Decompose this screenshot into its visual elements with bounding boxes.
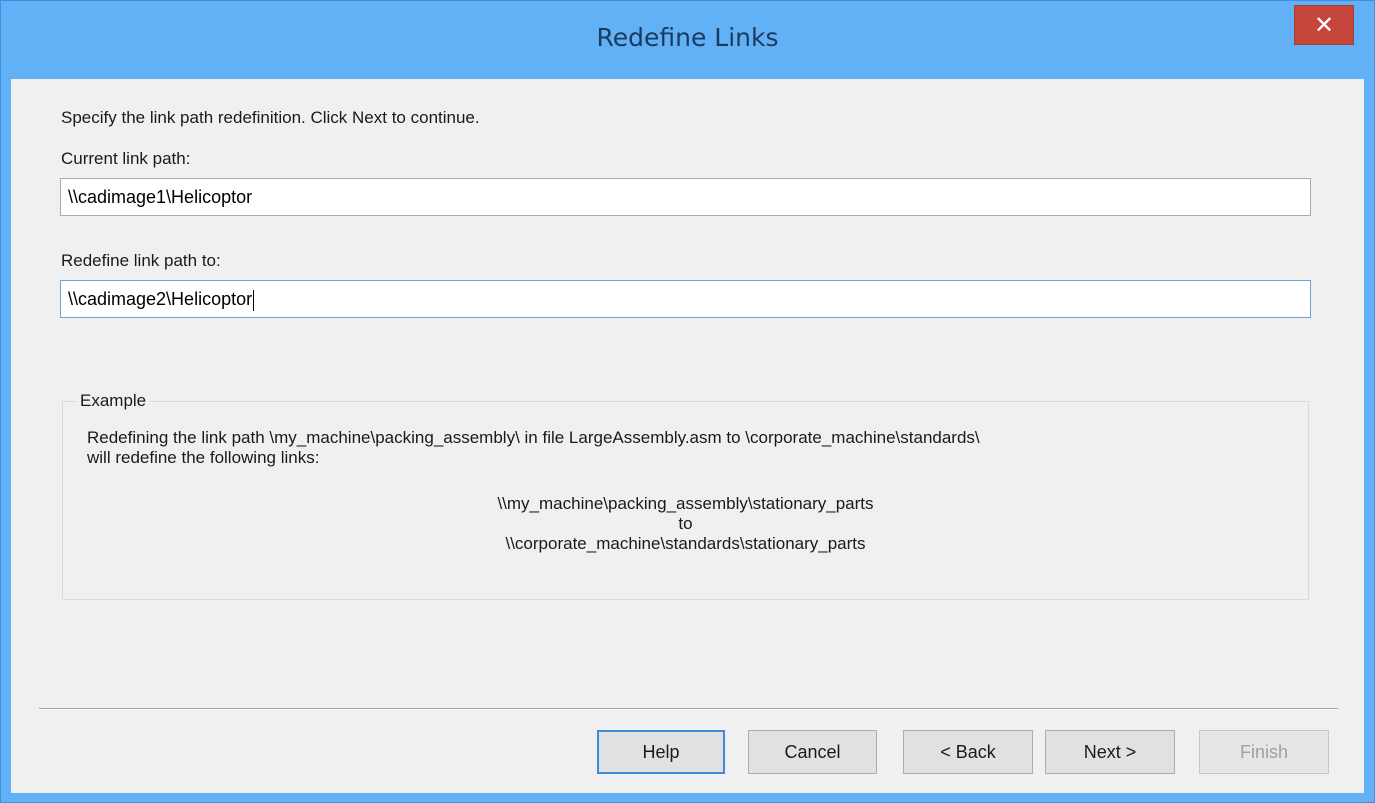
text-caret bbox=[253, 289, 255, 311]
redefine-links-dialog: Redefine Links ✕ Specify the link path r… bbox=[0, 0, 1375, 803]
redefine-link-input[interactable]: \\cadimage2\Helicoptor bbox=[60, 280, 1311, 318]
button-separator bbox=[39, 708, 1338, 710]
current-link-input[interactable]: \\cadimage1\Helicoptor bbox=[60, 178, 1311, 216]
title-bar[interactable]: Redefine Links ✕ bbox=[1, 1, 1374, 79]
cancel-button[interactable]: Cancel bbox=[748, 730, 877, 774]
finish-button[interactable]: Finish bbox=[1199, 730, 1329, 774]
example-line-2: will redefine the following links: bbox=[87, 448, 320, 467]
current-link-value: \\cadimage1\Helicoptor bbox=[68, 187, 253, 207]
dialog-body: Specify the link path redefinition. Clic… bbox=[11, 79, 1364, 793]
example-group: Example Redefining the link path \my_mac… bbox=[62, 391, 1309, 600]
help-button[interactable]: Help bbox=[597, 730, 725, 774]
example-legend: Example bbox=[76, 391, 151, 411]
back-button[interactable]: < Back bbox=[903, 730, 1033, 774]
close-button[interactable]: ✕ bbox=[1294, 5, 1354, 45]
example-to-path: \\corporate_machine\standards\stationary… bbox=[505, 534, 866, 553]
redefine-link-label: Redefine link path to: bbox=[61, 251, 221, 270]
next-button[interactable]: Next > bbox=[1045, 730, 1175, 774]
window-title: Redefine Links bbox=[596, 23, 779, 52]
close-icon: ✕ bbox=[1313, 11, 1335, 39]
example-to-word: to bbox=[678, 514, 693, 533]
redefine-link-value: \\cadimage2\Helicoptor bbox=[68, 289, 253, 309]
instructions-text: Specify the link path redefinition. Clic… bbox=[61, 108, 480, 127]
current-link-label: Current link path: bbox=[61, 149, 191, 168]
example-from-path: \\my_machine\packing_assembly\stationary… bbox=[497, 494, 874, 513]
example-line-1: Redefining the link path \my_machine\pac… bbox=[87, 428, 980, 447]
